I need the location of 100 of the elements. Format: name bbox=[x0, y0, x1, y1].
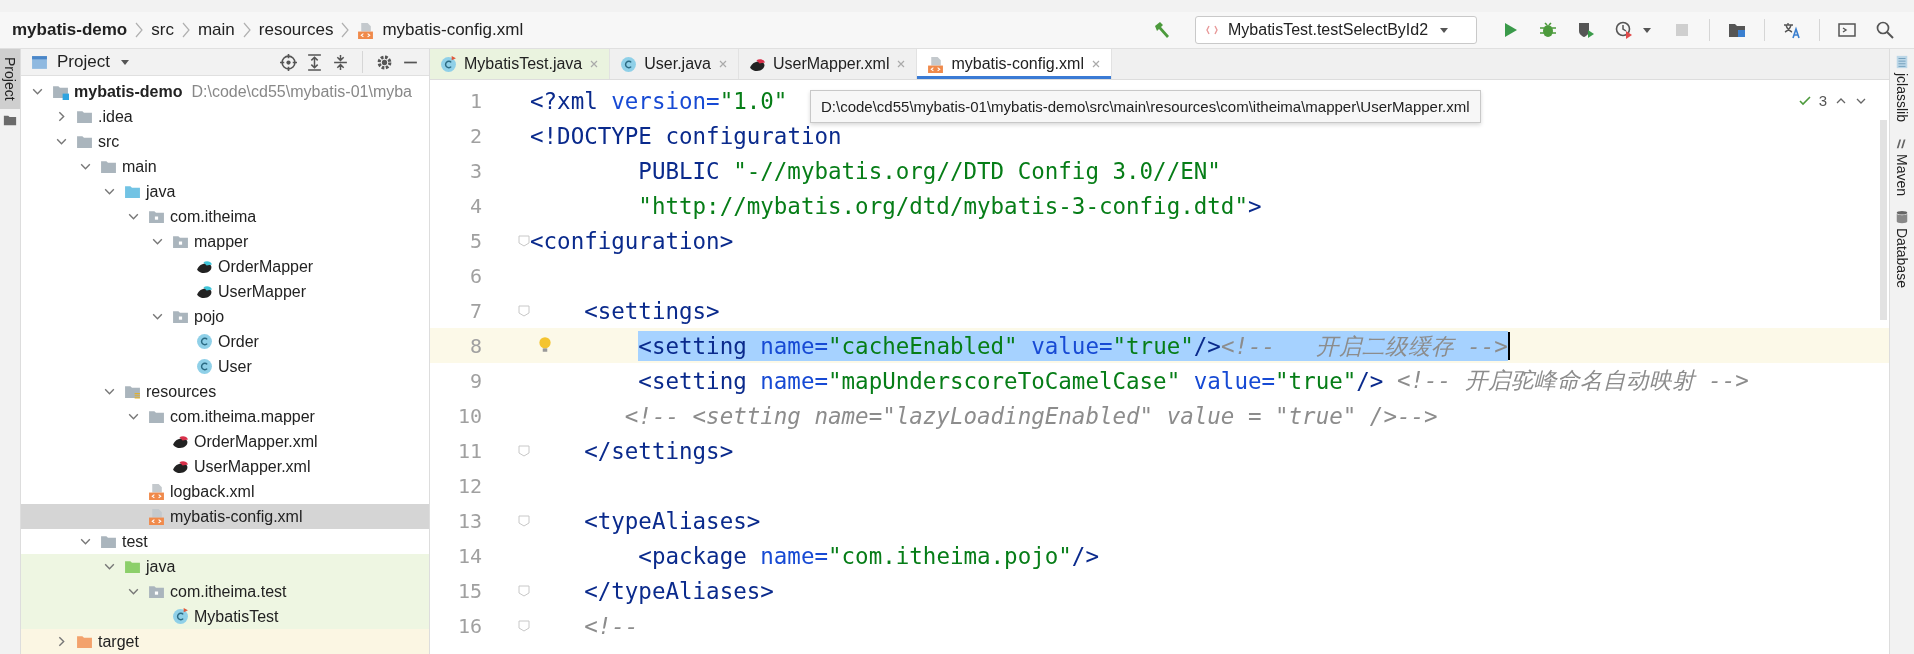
tree-item-label: UserMapper bbox=[218, 282, 307, 301]
code-line: <typeAliases> bbox=[584, 506, 761, 536]
code-line: <settings> bbox=[584, 296, 720, 326]
tree-item-label: mybatis-config.xml bbox=[170, 507, 303, 526]
fold-marker-icon[interactable] bbox=[518, 304, 530, 317]
tree-item[interactable]: OrderMapper bbox=[21, 254, 429, 279]
clock-icon[interactable] bbox=[1614, 20, 1634, 40]
folder-icon bbox=[100, 158, 117, 175]
tree-item[interactable]: .idea bbox=[21, 104, 429, 129]
tree-item-label: User bbox=[218, 357, 252, 376]
code-line: <!-- <setting name="lazyLoadingEnabled" value = "true" />--> bbox=[624, 401, 1438, 431]
tree-item-label: OrderMapper bbox=[218, 257, 314, 276]
tree-item[interactable]: java bbox=[21, 179, 429, 204]
code-line: <!-- bbox=[584, 611, 639, 641]
hammer-icon[interactable] bbox=[1152, 20, 1172, 40]
tool-window-tab[interactable]: Database bbox=[1894, 210, 1910, 288]
tree-item[interactable]: mapper bbox=[21, 229, 429, 254]
class-icon bbox=[196, 333, 213, 350]
xml-file-icon bbox=[357, 21, 375, 39]
folder-icon bbox=[100, 533, 117, 550]
tree-item-label: Order bbox=[218, 332, 259, 351]
bird-icon bbox=[196, 258, 213, 275]
tree-item[interactable]: logback.xml bbox=[21, 479, 429, 504]
package-icon bbox=[148, 583, 165, 600]
tree-item[interactable]: test bbox=[21, 529, 429, 554]
bug-icon[interactable] bbox=[1538, 20, 1558, 40]
fold-marker-icon[interactable] bbox=[518, 584, 530, 597]
line-number: 5 bbox=[468, 228, 482, 253]
tree-item[interactable]: Order bbox=[21, 329, 429, 354]
search-icon[interactable] bbox=[1875, 20, 1895, 40]
settings-icon[interactable] bbox=[376, 53, 393, 71]
fold-marker-icon[interactable] bbox=[518, 619, 530, 632]
tree-item[interactable]: UserMapper.xml bbox=[21, 454, 429, 479]
tool-window-tab[interactable]: Maven bbox=[1894, 136, 1910, 197]
chevron-icon bbox=[341, 22, 350, 38]
breadcrumb-item[interactable]: main bbox=[197, 20, 235, 40]
expand-all-icon[interactable] bbox=[306, 53, 323, 71]
tree-item[interactable]: UserMapper bbox=[21, 279, 429, 304]
tree-item[interactable]: src bbox=[21, 129, 429, 154]
tree-item-label: com.itheima.test bbox=[170, 582, 287, 601]
tree-item-label: com.itheima.mapper bbox=[170, 407, 315, 426]
collapse-all-icon[interactable] bbox=[332, 53, 349, 71]
tree-item[interactable]: MybatisTest bbox=[21, 604, 429, 629]
window-icon[interactable] bbox=[1837, 20, 1857, 40]
editor-tab[interactable]: User.java bbox=[610, 49, 739, 79]
lightbulb-icon[interactable] bbox=[536, 336, 554, 354]
editor-tab[interactable]: MybatisTest.java bbox=[430, 49, 611, 79]
fold-marker-icon[interactable] bbox=[518, 514, 530, 527]
tree-item[interactable]: com.itheima.test bbox=[21, 579, 429, 604]
tree-item[interactable]: target bbox=[21, 629, 429, 654]
project-path: D:\code\cd55\mybatis-01\myba bbox=[191, 82, 412, 101]
line-number: 15 bbox=[456, 578, 482, 603]
tree-item-label: logback.xml bbox=[170, 482, 255, 501]
close-icon[interactable] bbox=[1090, 59, 1101, 69]
breadcrumb-item[interactable]: mybatis-demo bbox=[12, 20, 128, 40]
line-number: 16 bbox=[456, 613, 482, 638]
tree-item[interactable]: com.itheima.mapper bbox=[21, 404, 429, 429]
xml-file-icon bbox=[148, 508, 165, 525]
tree-item[interactable]: com.itheima bbox=[21, 204, 429, 229]
shield-icon[interactable] bbox=[1576, 20, 1596, 40]
bird-icon bbox=[172, 433, 189, 450]
editor-tab[interactable]: mybatis-config.xml bbox=[917, 49, 1112, 79]
translate-icon[interactable] bbox=[1782, 20, 1802, 40]
project-tool-tab[interactable]: Project bbox=[0, 49, 20, 109]
fold-marker-icon[interactable] bbox=[518, 234, 530, 247]
scrollbar[interactable] bbox=[1880, 120, 1887, 320]
code-line: "http://mybatis.org/dtd/mybatis-3-config.dtd"> bbox=[638, 191, 1262, 221]
package-icon bbox=[172, 308, 189, 325]
bird-icon bbox=[172, 458, 189, 475]
tool-window-tab[interactable]: jclasslib bbox=[1894, 55, 1910, 122]
fold-marker-icon[interactable] bbox=[518, 444, 530, 457]
crosshair-icon[interactable] bbox=[280, 53, 297, 71]
tree-item-label: mybatis-demo bbox=[74, 82, 183, 101]
folder-icon bbox=[76, 633, 93, 650]
tree-item[interactable]: User bbox=[21, 354, 429, 379]
tree-item-label: MybatisTest bbox=[194, 607, 279, 626]
panel-title[interactable]: Project bbox=[57, 52, 110, 72]
list-icon bbox=[1895, 55, 1909, 69]
line-number: 6 bbox=[468, 263, 482, 288]
breadcrumb-item[interactable]: resources bbox=[258, 20, 334, 40]
tree-item[interactable]: pojo bbox=[21, 304, 429, 329]
tree-item[interactable]: main bbox=[21, 154, 429, 179]
tree-item-label: target bbox=[98, 632, 139, 651]
tree-item-label: pojo bbox=[194, 307, 225, 326]
tree-item-label: com.itheima bbox=[170, 207, 257, 226]
inspection-count[interactable]: 3 bbox=[1818, 92, 1827, 109]
breadcrumb-item[interactable]: src bbox=[151, 20, 174, 40]
breadcrumb-item[interactable]: mybatis-config.xml bbox=[382, 20, 524, 40]
line-number: 1 bbox=[468, 88, 482, 113]
check-icon[interactable] bbox=[1798, 94, 1811, 107]
tree-item-label: src bbox=[98, 132, 120, 151]
tree-item[interactable]: java bbox=[21, 554, 429, 579]
tree-item[interactable]: resources bbox=[21, 379, 429, 404]
class-icon bbox=[620, 55, 638, 73]
run-configuration-dropdown[interactable]: MybatisTest.testSelectById2 bbox=[1195, 16, 1477, 44]
tree-item[interactable]: mybatis-demo D:\code\cd55\mybatis-01\myba bbox=[21, 79, 429, 104]
tree-item[interactable]: mybatis-config.xml bbox=[21, 504, 429, 529]
tree-item[interactable]: OrderMapper.xml bbox=[21, 429, 429, 454]
line-number: 3 bbox=[468, 158, 482, 183]
class-icon bbox=[196, 358, 213, 375]
